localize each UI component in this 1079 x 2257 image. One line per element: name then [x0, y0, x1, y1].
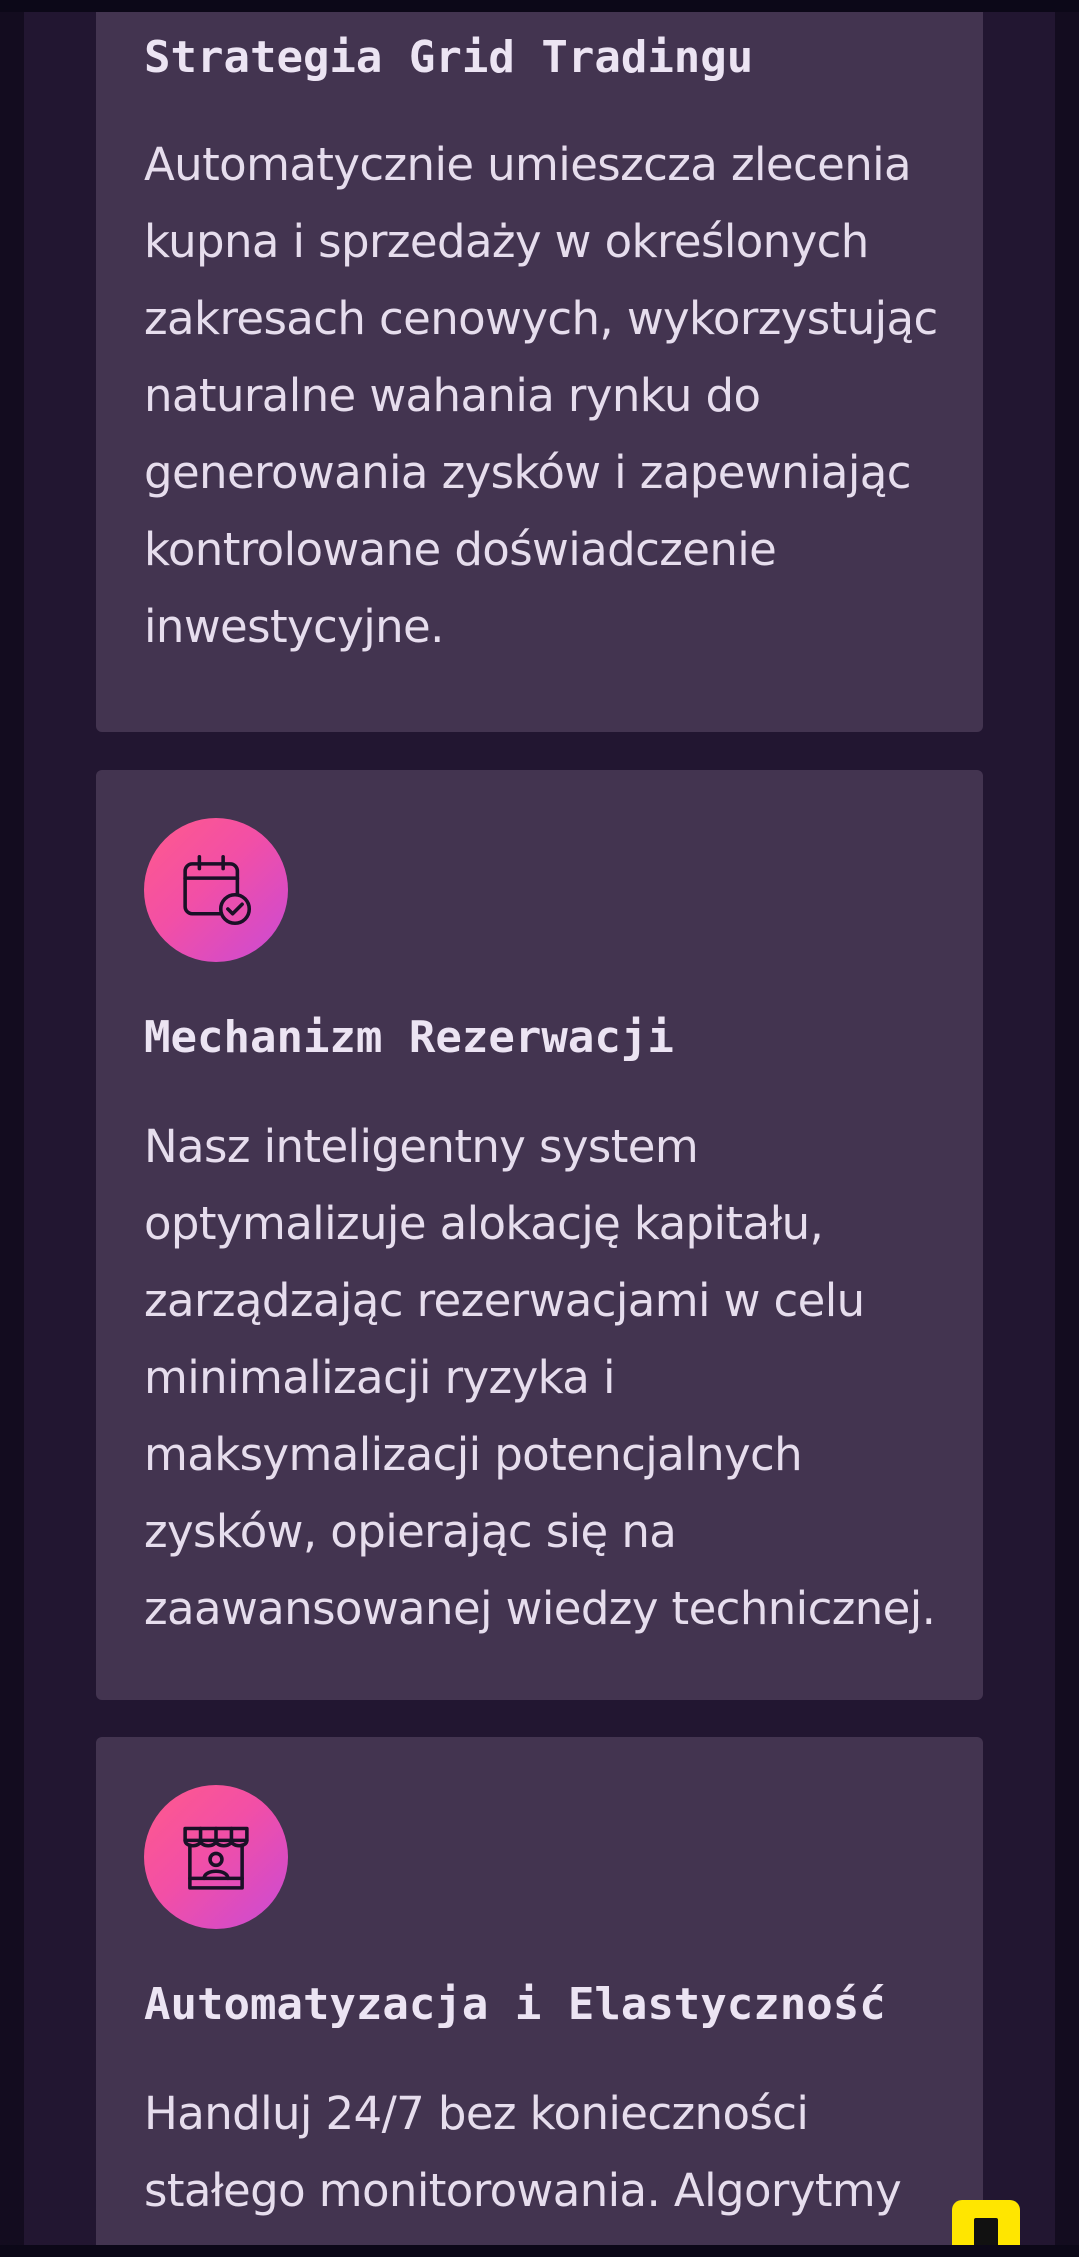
feature-card-grid-trading: Strategia Grid Tradingu Automatycznie um…: [96, 12, 983, 732]
page: Strategia Grid Tradingu Automatycznie um…: [0, 0, 1079, 2257]
calendar-check-icon: [144, 818, 288, 962]
feature-title: Strategia Grid Tradingu: [144, 32, 754, 83]
feature-description: Handluj 24/7 bez konieczności stałego mo…: [144, 2087, 902, 2217]
kiosk-icon: [144, 1785, 288, 1929]
feature-title: Automatyzacja i Elastyczność: [144, 1979, 886, 2030]
features-section: Strategia Grid Tradingu Automatycznie um…: [24, 12, 1055, 2245]
feature-description: Automatycznie umieszcza zlecenia kupna i…: [144, 138, 938, 653]
feature-title: Mechanizm Rezerwacji: [144, 1012, 674, 1063]
feature-card-reservation: Mechanizm Rezerwacji Nasz inteligentny s…: [96, 770, 983, 1700]
feature-card-automation: Automatyzacja i Elastyczność Handluj 24/…: [96, 1737, 983, 2245]
bottom-edge: [0, 2245, 1079, 2257]
top-edge: [0, 0, 1079, 12]
feature-description: Nasz inteligentny system optymalizuje al…: [144, 1120, 936, 1635]
